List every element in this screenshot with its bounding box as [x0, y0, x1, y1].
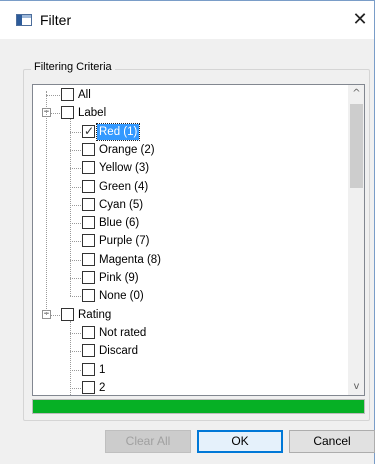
checkbox[interactable]	[82, 252, 95, 266]
tree-item-label: Pink (9)	[99, 272, 139, 284]
tree-content: All Label − ✓ Red (1) Orange (2) Yellow (3) Gre…	[33, 85, 348, 395]
progress-bar	[32, 399, 365, 414]
tree-item-label: Blue (6)	[99, 217, 140, 230]
tree-item-all[interactable]: All	[33, 87, 343, 103]
tree-connector	[70, 119, 71, 297]
checkbox[interactable]	[82, 325, 95, 339]
tree-item-label: Not rated	[99, 326, 147, 339]
scroll-thumb[interactable]	[350, 104, 363, 188]
tree-connector	[70, 131, 81, 133]
tree-item-label: Rating	[78, 308, 112, 321]
tree-item-label-6[interactable]: Purple (7)	[33, 233, 343, 249]
tree-item-rating-0[interactable]: Not rated	[33, 325, 343, 341]
group-label: Filtering Criteria	[31, 61, 115, 73]
tree-item-label-4[interactable]: Cyan (5)	[33, 197, 343, 213]
scroll-up-icon[interactable]: ^	[348, 85, 364, 102]
tree-item-label-7[interactable]: Magenta (8)	[33, 252, 343, 268]
tree-item-rating-2[interactable]: 1	[33, 362, 343, 378]
checkbox[interactable]	[61, 88, 74, 101]
tree-connector	[70, 332, 81, 334]
tree-item-rating-3[interactable]: 2	[33, 380, 343, 395]
checkbox[interactable]	[82, 344, 95, 358]
tree-item-label-2[interactable]: Yellow (3)	[33, 160, 343, 176]
tree-connector	[70, 223, 81, 225]
tree-item-label-1[interactable]: Orange (2)	[33, 142, 343, 158]
window-title: Filter	[40, 12, 72, 28]
tree-item-label: Label	[78, 107, 107, 120]
tree-connector	[70, 241, 81, 243]
tree-connector	[70, 168, 81, 170]
tree-connector	[70, 351, 81, 353]
scroll-down-icon[interactable]: v	[348, 378, 364, 395]
tree-item-rating-group[interactable]: Rating −	[33, 307, 343, 323]
checkbox[interactable]	[61, 307, 74, 321]
tree-connector	[70, 204, 81, 206]
tree-item-label-8[interactable]: Pink (9)	[33, 270, 343, 286]
checkbox[interactable]	[82, 197, 95, 211]
checkbox[interactable]	[82, 216, 95, 230]
checkbox[interactable]	[82, 142, 95, 156]
tree-item-label: Yellow (3)	[99, 162, 150, 175]
tree-item-label-group[interactable]: Label −	[33, 105, 343, 121]
tree-item-label: Orange (2)	[99, 143, 155, 156]
app-window-icon	[16, 14, 32, 26]
checkbox[interactable]	[82, 362, 95, 376]
checkbox[interactable]	[82, 179, 95, 193]
checkbox[interactable]	[82, 271, 95, 284]
tree-item-label: Discard	[99, 345, 138, 358]
tree-item-label-9[interactable]: None (0)	[33, 288, 343, 304]
close-icon[interactable]: ✕	[346, 7, 374, 33]
tree-item-label: 1	[99, 363, 106, 376]
checkbox[interactable]	[61, 106, 74, 120]
checkbox[interactable]	[82, 161, 95, 175]
tree-item-label-3[interactable]: Green (4)	[33, 179, 343, 195]
filter-dialog: Filter ✕ Filtering Criteria All Label − ✓ Re…	[0, 0, 375, 464]
tree-item-rating-1[interactable]: Discard	[33, 343, 343, 359]
tree-connector	[46, 91, 47, 315]
tree-connector	[70, 186, 81, 188]
tree-connector	[70, 320, 71, 395]
tree-item-label: Purple (7)	[99, 235, 150, 248]
tree-item-label: All	[78, 89, 91, 101]
tree-connector	[70, 387, 81, 389]
tree-connector	[70, 259, 81, 261]
checkbox[interactable]: ✓	[82, 123, 95, 138]
clear-all-button[interactable]: Clear All	[105, 430, 191, 453]
tree-connector	[70, 278, 81, 279]
ok-button[interactable]: OK	[197, 430, 283, 453]
tree-item-label: Cyan (5)	[99, 198, 144, 211]
tree-item-label: Red (1)	[95, 122, 141, 141]
tree-item-label: Magenta (8)	[99, 253, 162, 266]
checkbox[interactable]	[82, 289, 95, 303]
tree-connector	[70, 369, 81, 371]
checkbox[interactable]	[82, 234, 95, 248]
tree-item-label: 2	[99, 381, 106, 394]
criteria-tree[interactable]: All Label − ✓ Red (1) Orange (2) Yellow (3) Gre…	[32, 84, 365, 396]
title-bar: Filter ✕	[0, 1, 374, 39]
checkmark-icon: ✓	[84, 123, 95, 138]
tree-connector	[70, 296, 81, 298]
tree-item-label-5[interactable]: Blue (6)	[33, 215, 343, 231]
tree-connector	[46, 95, 60, 96]
tree-connector	[70, 149, 81, 151]
tree-item-label: Green (4)	[99, 180, 149, 193]
cancel-button[interactable]: Cancel	[289, 430, 375, 453]
checkbox[interactable]	[82, 380, 95, 394]
progress-fill	[33, 400, 364, 413]
tree-item-label: None (0)	[99, 290, 144, 303]
vertical-scrollbar[interactable]: ^ v	[348, 85, 364, 395]
tree-item-label-0[interactable]: ✓ Red (1)	[33, 122, 343, 141]
